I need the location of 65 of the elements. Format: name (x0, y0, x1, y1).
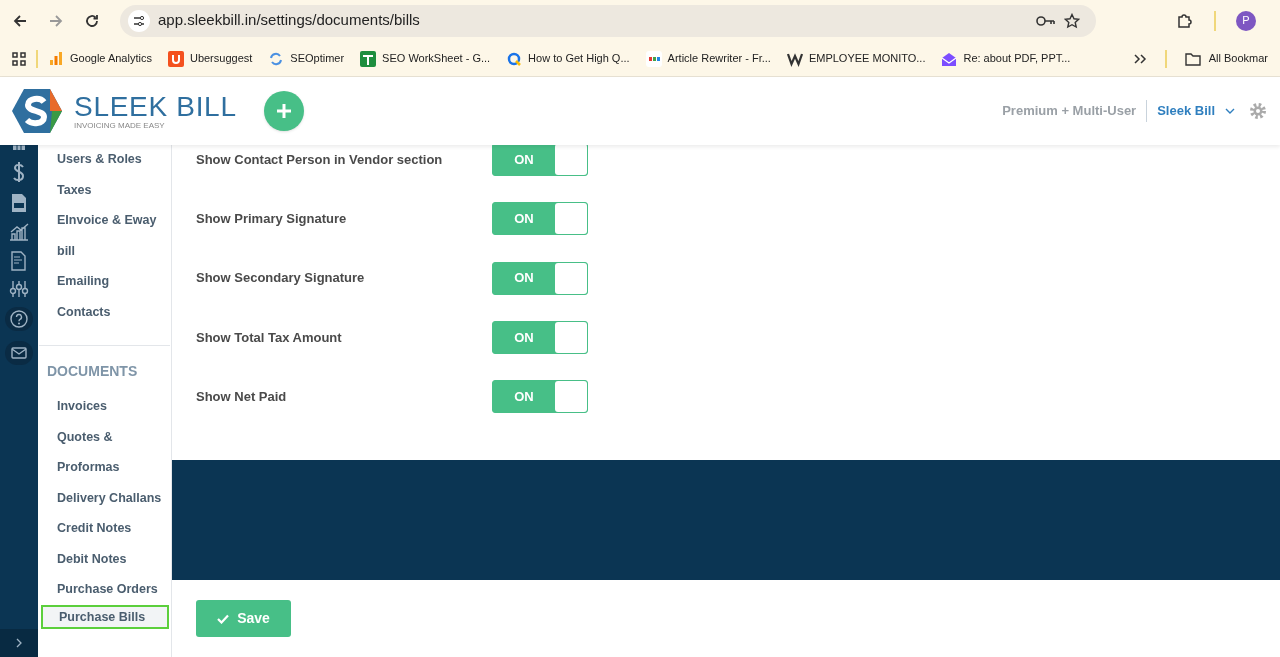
spreadsheet-icon (360, 50, 377, 67)
extensions-icon[interactable] (1176, 11, 1194, 30)
apps-icon[interactable] (12, 51, 26, 66)
site-settings-icon[interactable] (128, 9, 150, 32)
setting-label: Show Secondary Signature (196, 269, 366, 288)
help-icon (10, 310, 28, 328)
sidebar-item[interactable]: EInvoice & Eway bill (38, 205, 171, 266)
sidebar-item[interactable]: Quotes & Proformas (38, 421, 171, 483)
bar-chart-icon (48, 50, 64, 67)
logo-tagline: INVOICING MADE EASY (74, 121, 166, 130)
sidebar-item[interactable]: Contacts (38, 296, 171, 327)
swirl-icon (268, 50, 285, 67)
report-icon[interactable] (10, 251, 28, 271)
bookmark-link[interactable]: Re: about PDF, PPT... (941, 50, 1071, 67)
sidebar-item[interactable]: Credit Notes (38, 513, 171, 544)
bookmark-link[interactable]: SEOptimer (268, 50, 345, 67)
bookmark-link[interactable]: Article Rewriter - Fr... (645, 50, 771, 67)
document-icon[interactable] (10, 193, 28, 213)
key-icon[interactable] (1036, 13, 1056, 28)
bookmark-star-icon[interactable] (1064, 12, 1080, 29)
mail-button[interactable] (5, 341, 33, 365)
mail-icon (11, 347, 27, 359)
chart-icon[interactable] (9, 223, 29, 241)
back-icon[interactable] (12, 12, 28, 29)
sidebar-item[interactable]: Invoices (38, 391, 171, 422)
envelope-icon (941, 50, 958, 67)
url-text: app.sleekbill.in/settings/documents/bills (158, 10, 421, 31)
reload-icon[interactable] (84, 12, 100, 29)
logo-icon (12, 88, 62, 134)
bookmark-link[interactable]: Google Analytics (48, 50, 152, 67)
check-icon (217, 613, 230, 624)
sliders-icon[interactable] (9, 281, 29, 297)
bookmark-link[interactable]: How to Get High Q... (506, 50, 630, 67)
sidebar-item[interactable]: Debit Notes (38, 543, 171, 574)
folder-icon (1184, 51, 1201, 66)
dollar-icon[interactable] (12, 161, 26, 183)
plus-icon (275, 103, 292, 119)
chevron-down-icon[interactable] (1225, 108, 1235, 114)
sidebar-item[interactable]: Purchase Orders (38, 574, 171, 605)
chevron-right-icon (16, 638, 22, 648)
logo-text: SLEEK BILL (74, 92, 237, 121)
bookmark-link[interactable]: EMPLOYEE MONITO... (786, 50, 926, 67)
sidebar-item[interactable]: Users & Roles (38, 145, 171, 175)
profile-avatar[interactable]: P (1236, 10, 1256, 31)
setting-label: Show Net Paid (196, 388, 288, 407)
bookmark-link[interactable]: SEO WorkSheet - G... (360, 50, 491, 67)
address-bar[interactable]: app.sleekbill.in/settings/documents/bills (120, 4, 1096, 37)
help-button[interactable] (5, 307, 33, 331)
tile-icon (645, 50, 662, 67)
all-bookmarks-link[interactable]: All Bookmar (1184, 50, 1268, 67)
magnifier-icon (506, 50, 523, 67)
plan-label: Premium + Multi-User (1002, 102, 1137, 121)
setting-label: Show Primary Signature (196, 210, 348, 229)
sidebar-item[interactable]: Delivery Challans (38, 482, 171, 513)
setting-label: Show Contact Person in Vendor section (196, 150, 444, 169)
sidebar-item[interactable]: Emailing (38, 266, 171, 297)
section-heading: DOCUMENTS (46, 362, 139, 381)
forward-icon[interactable] (48, 12, 64, 29)
letter-tile-icon (167, 50, 184, 67)
more-bookmarks-icon[interactable] (1132, 52, 1147, 65)
company-menu[interactable]: Sleek Bill (1157, 101, 1215, 121)
bookmark-link[interactable]: Ubersuggest (167, 50, 253, 67)
sidebar-item[interactable]: Taxes (38, 174, 171, 205)
sidebar-item[interactable]: Purchase Bills (41, 604, 169, 629)
setting-label: Show Total Tax Amount (196, 328, 343, 347)
